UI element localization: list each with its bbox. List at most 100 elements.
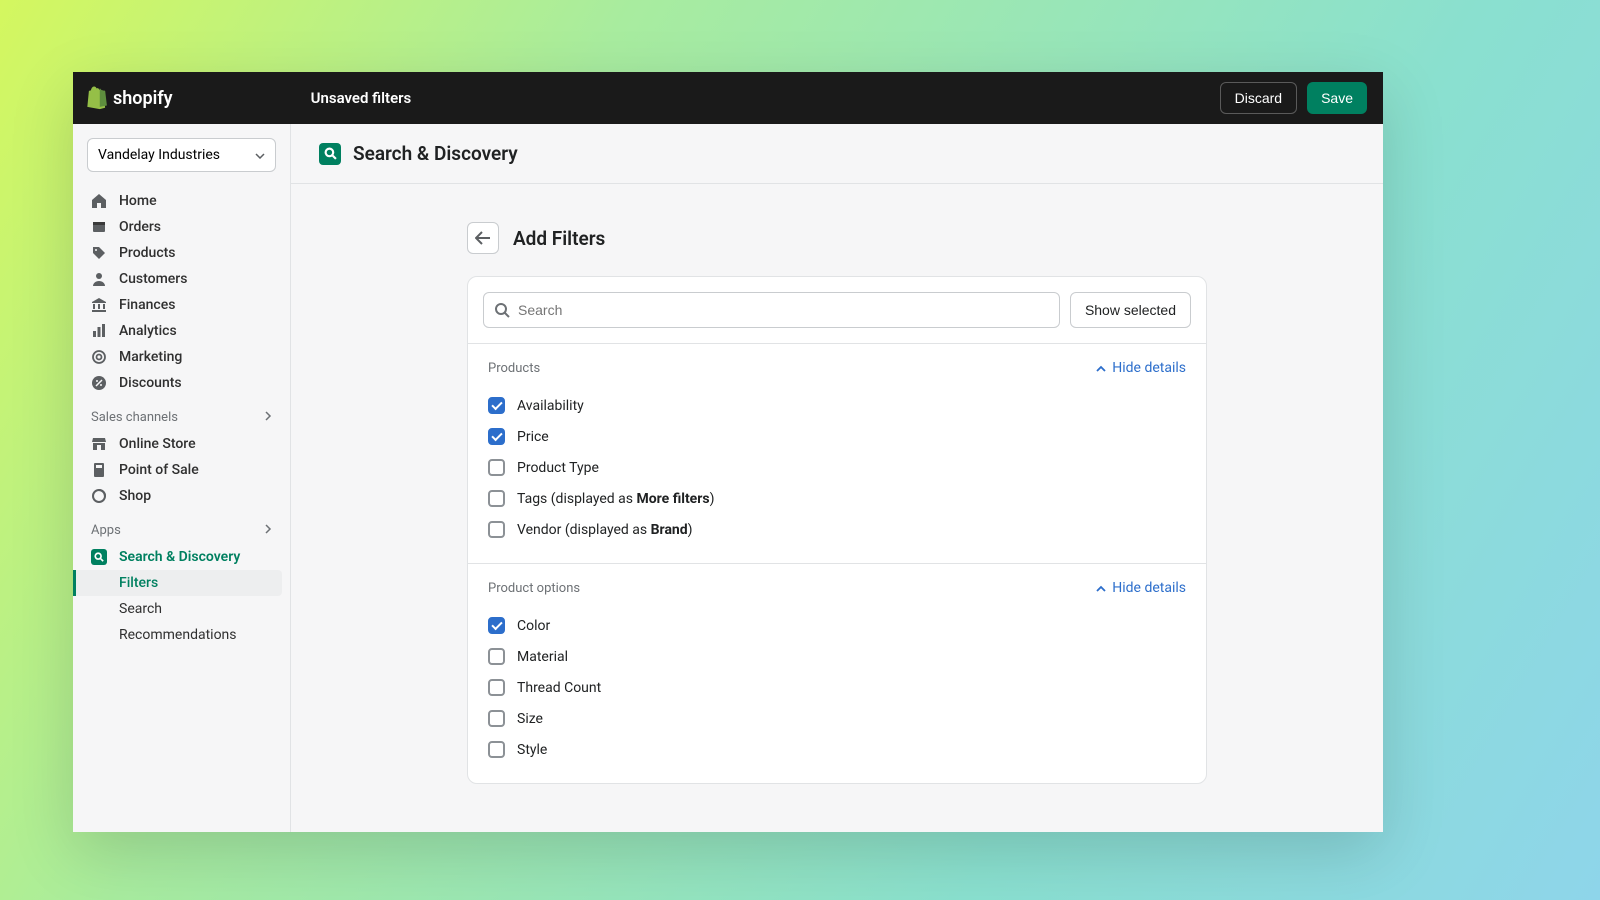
- arrow-left-icon: [475, 231, 491, 245]
- nav-label: Discounts: [119, 375, 182, 391]
- filter-label: Price: [517, 429, 549, 445]
- shopify-logo: shopify: [87, 86, 173, 110]
- checkbox[interactable]: [488, 710, 505, 727]
- nav-label: Shop: [119, 488, 151, 504]
- checkbox[interactable]: [488, 521, 505, 538]
- topbar-title: Unsaved filters: [311, 89, 412, 107]
- pos-icon: [91, 462, 107, 478]
- hide-details-link[interactable]: Hide details: [1096, 580, 1186, 596]
- section-label: Apps: [91, 523, 121, 538]
- checkbox[interactable]: [488, 741, 505, 758]
- search-input[interactable]: [518, 302, 1049, 318]
- content: Search & Discovery Add Filters Sh: [291, 124, 1383, 832]
- store-selector[interactable]: Vandelay Industries: [87, 138, 276, 172]
- storefront-icon: [91, 436, 107, 452]
- filter-label: Tags (displayed as More filters): [517, 491, 714, 507]
- nav-products[interactable]: Products: [81, 240, 282, 266]
- topbar-actions: Discard Save: [1220, 82, 1367, 114]
- search-icon: [494, 302, 510, 318]
- nav-label: Search: [119, 601, 162, 617]
- nav-filters[interactable]: Filters: [73, 570, 282, 596]
- add-filters-heading: Add Filters: [513, 227, 605, 250]
- group-title: Products: [488, 361, 540, 376]
- discount-icon: [91, 375, 107, 391]
- nav-orders[interactable]: Orders: [81, 214, 282, 240]
- filter-label: Vendor (displayed as Brand): [517, 522, 693, 538]
- card-search-row: Show selected: [468, 277, 1206, 344]
- person-icon: [91, 271, 107, 287]
- back-button[interactable]: [467, 222, 499, 254]
- filter-checkbox-row[interactable]: Price: [488, 421, 1186, 452]
- filter-checkbox-row[interactable]: Thread Count: [488, 672, 1186, 703]
- filter-groups: Products Hide details Availability Price Pro…: [468, 344, 1206, 783]
- nav-label: Point of Sale: [119, 462, 199, 478]
- filter-label: Product Type: [517, 460, 599, 476]
- page-body: Add Filters Show selected Products Hide d…: [447, 222, 1227, 784]
- nav-discounts[interactable]: Discounts: [81, 370, 282, 396]
- chart-icon: [91, 323, 107, 339]
- filter-label: Thread Count: [517, 680, 601, 696]
- filter-checkbox-row[interactable]: Size: [488, 703, 1186, 734]
- chevron-right-icon[interactable]: [264, 523, 272, 538]
- filter-label: Material: [517, 649, 568, 665]
- checkbox[interactable]: [488, 648, 505, 665]
- nav-label: Products: [119, 245, 176, 261]
- nav-search-discovery[interactable]: Search & Discovery: [81, 544, 282, 570]
- discard-button[interactable]: Discard: [1220, 82, 1297, 114]
- bank-icon: [91, 297, 107, 313]
- filter-checkbox-row[interactable]: Vendor (displayed as Brand): [488, 514, 1186, 545]
- nav-home[interactable]: Home: [81, 188, 282, 214]
- hide-details-label: Hide details: [1112, 360, 1186, 376]
- filter-checkbox-row[interactable]: Style: [488, 734, 1186, 765]
- nav-analytics[interactable]: Analytics: [81, 318, 282, 344]
- nav-marketing[interactable]: Marketing: [81, 344, 282, 370]
- filter-checkbox-row[interactable]: Tags (displayed as More filters): [488, 483, 1186, 514]
- nav-shop[interactable]: Shop: [81, 483, 282, 509]
- nav-label: Filters: [119, 575, 158, 591]
- chevron-right-icon[interactable]: [264, 410, 272, 425]
- show-selected-button[interactable]: Show selected: [1070, 292, 1191, 328]
- hide-details-link[interactable]: Hide details: [1096, 360, 1186, 376]
- filter-group: Product optionsHide detailsColorMaterial…: [468, 564, 1206, 783]
- checkbox[interactable]: [488, 490, 505, 507]
- target-icon: [91, 349, 107, 365]
- nav-label: Customers: [119, 271, 187, 287]
- filter-checkbox-row[interactable]: Availability: [488, 390, 1186, 421]
- search-app-icon: [319, 143, 341, 165]
- filter-checkbox-row[interactable]: Material: [488, 641, 1186, 672]
- store-selector-label: Vandelay Industries: [98, 147, 220, 163]
- group-head: Products Hide details: [488, 360, 1186, 376]
- body-heading: Add Filters: [467, 222, 1207, 254]
- checkbox[interactable]: [488, 617, 505, 634]
- nav-finances[interactable]: Finances: [81, 292, 282, 318]
- search-app-icon: [91, 549, 107, 565]
- caret-down-icon: [255, 147, 265, 163]
- search-input-wrapper[interactable]: [483, 292, 1060, 328]
- nav-online-store[interactable]: Online Store: [81, 431, 282, 457]
- filter-checkbox-row[interactable]: Color: [488, 610, 1186, 641]
- section-label: Sales channels: [91, 410, 178, 425]
- shop-icon: [91, 488, 107, 504]
- nav-label: Orders: [119, 219, 161, 235]
- nav-recommendations[interactable]: Recommendations: [81, 622, 282, 648]
- checkbox[interactable]: [488, 679, 505, 696]
- nav-label: Analytics: [119, 323, 177, 339]
- page-header: Search & Discovery: [291, 124, 1383, 184]
- save-button[interactable]: Save: [1307, 82, 1367, 114]
- app-window: shopify Unsaved filters Discard Save Van…: [73, 72, 1383, 832]
- nav-label: Home: [119, 193, 157, 209]
- nav-pos[interactable]: Point of Sale: [81, 457, 282, 483]
- filter-label: Style: [517, 742, 547, 758]
- filter-label: Size: [517, 711, 543, 727]
- checkbox[interactable]: [488, 397, 505, 414]
- sales-channels-section: Sales channels: [81, 396, 282, 431]
- checkbox[interactable]: [488, 428, 505, 445]
- chevron-up-icon: [1096, 585, 1106, 592]
- apps-section: Apps: [81, 509, 282, 544]
- topbar: shopify Unsaved filters Discard Save: [73, 72, 1383, 124]
- filter-group: Products Hide details Availability Price Pro…: [468, 344, 1206, 564]
- checkbox[interactable]: [488, 459, 505, 476]
- filter-checkbox-row[interactable]: Product Type: [488, 452, 1186, 483]
- nav-customers[interactable]: Customers: [81, 266, 282, 292]
- nav-search[interactable]: Search: [81, 596, 282, 622]
